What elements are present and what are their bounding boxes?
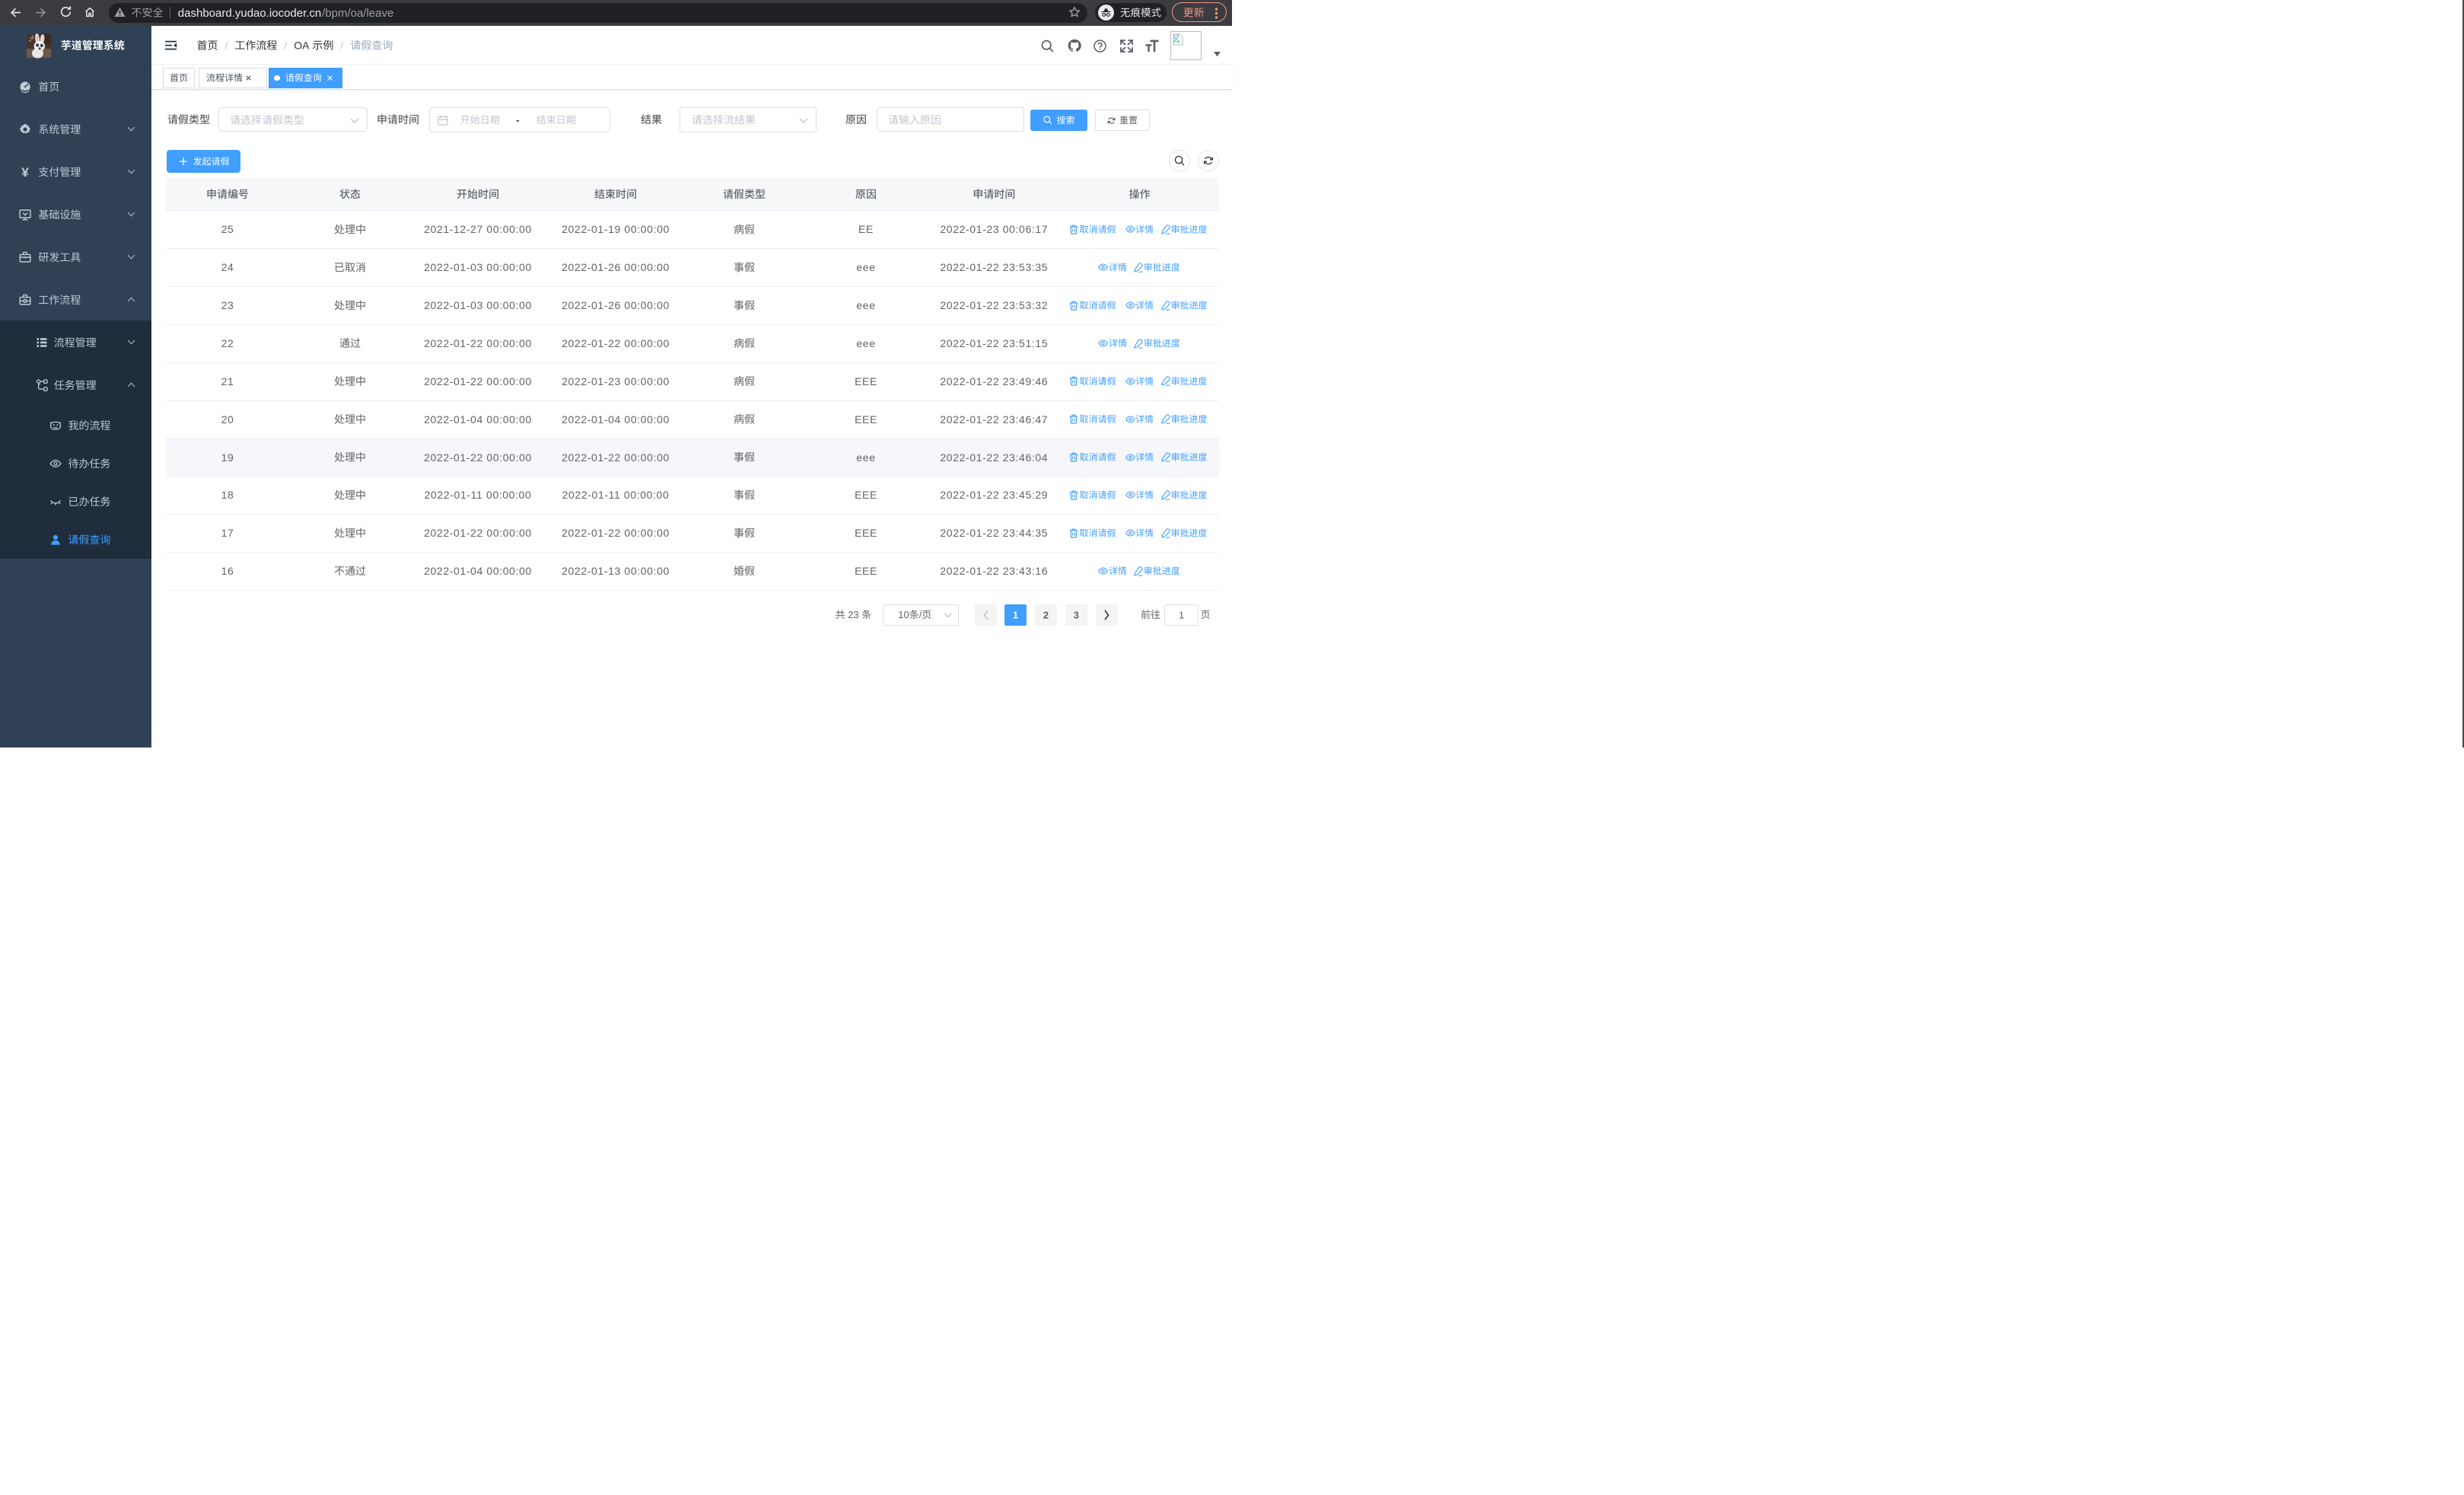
svg-text:23: 23 (848, 609, 858, 620)
